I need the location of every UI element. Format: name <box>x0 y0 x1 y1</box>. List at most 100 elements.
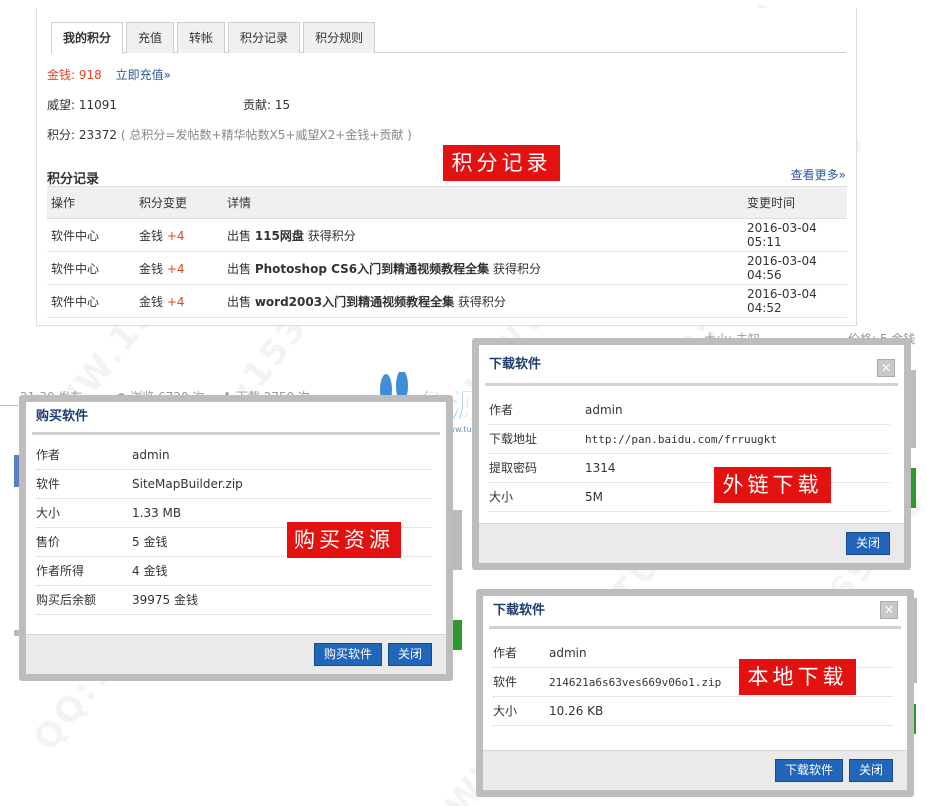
credits-formula: ( 总积分=发帖数+精华帖数X5+威望X2+金钱+贡献 ) <box>120 128 412 142</box>
info-key: 软件 <box>36 477 61 491</box>
info-value: admin <box>549 646 587 660</box>
info-key: 提取密码 <box>489 461 538 475</box>
info-row: 下载地址 http://pan.baidu.com/frruugkt <box>489 425 890 454</box>
close-icon[interactable]: ✕ <box>877 359 895 377</box>
change-amount: +4 <box>166 228 185 243</box>
tab-recharge[interactable]: 充值 <box>126 22 175 53</box>
records-table: 操作 积分变更 详情 变更时间 软件中心 金钱 +4 出售 115网盘 获得积分… <box>47 186 847 318</box>
credits-label: 积分: <box>47 128 76 142</box>
change-amount: +4 <box>166 261 185 276</box>
close-button[interactable]: 关闭 <box>387 643 432 666</box>
info-row: 购买后余额 39975 金钱 <box>36 586 432 615</box>
column-header: 详情 <box>223 186 743 219</box>
info-row: 大小 10.26 KB <box>493 697 893 726</box>
tab-transfer[interactable]: 转帐 <box>177 22 226 53</box>
info-value: 5 金钱 <box>132 535 168 549</box>
detail-prefix: 出售 <box>227 261 252 276</box>
info-value: 1314 <box>585 461 616 475</box>
detail-prefix: 出售 <box>227 228 252 243</box>
detail-item[interactable]: 115网盘 <box>255 229 304 243</box>
external-download-dialog: 下载软件 ✕ 作者 admin 下载地址 http://pan.baidu.com/… <box>472 338 911 570</box>
close-icon[interactable]: ✕ <box>880 601 898 619</box>
external-dialog-title: 下载软件 <box>489 357 542 372</box>
view-more-link[interactable]: 查看更多» <box>791 166 846 183</box>
tab-credit-rules[interactable]: 积分规则 <box>303 22 376 53</box>
table-row: 软件中心 金钱 +4 出售 word2003入门到精通视频教程全集 获得积分 2… <box>47 284 847 318</box>
detail-cell: 出售 115网盘 获得积分 <box>223 218 743 252</box>
change-kind: 金钱 <box>139 228 164 243</box>
info-value: 1.33 MB <box>132 506 182 520</box>
info-row: 作者 admin <box>36 441 432 470</box>
info-key: 作者 <box>493 646 518 660</box>
change-kind: 金钱 <box>139 294 164 309</box>
records-title: 积分记录 <box>47 172 100 187</box>
contribution-label: 贡献: <box>243 98 272 112</box>
contribution-line: 贡献: 15 <box>243 96 290 113</box>
external-info-list: 作者 admin 下载地址 http://pan.baidu.com/frruugk… <box>479 396 904 512</box>
buy-dialog-footer: 购买软件 关闭 <box>26 634 446 674</box>
gold-label: 金钱: <box>47 68 76 82</box>
close-button[interactable]: 关闭 <box>845 532 890 555</box>
credits-line: 积分: 23372 ( 总积分=发帖数+精华帖数X5+威望X2+金钱+贡献 ) <box>47 126 412 143</box>
op-cell: 软件中心 <box>47 284 135 318</box>
column-header: 操作 <box>47 186 135 219</box>
info-value: SiteMapBuilder.zip <box>132 477 243 491</box>
info-key: 大小 <box>493 704 518 718</box>
info-value: admin <box>585 403 623 417</box>
detail-item[interactable]: word2003入门到精通视频教程全集 <box>255 295 454 309</box>
info-value: admin <box>132 448 170 462</box>
info-row: 作者所得 4 金钱 <box>36 557 432 586</box>
recharge-link[interactable]: 立即充值» <box>116 68 171 82</box>
detail-suffix: 获得积分 <box>307 228 356 243</box>
info-key: 作者所得 <box>36 564 85 578</box>
download-software-button[interactable]: 下载软件 <box>774 759 843 782</box>
info-value: 39975 金钱 <box>132 593 198 607</box>
column-header: 积分变更 <box>135 186 223 219</box>
download-url-link[interactable]: http://pan.baidu.com/frruugkt <box>585 425 777 453</box>
credits-tabs: 我的积分 充值 转帐 积分记录 积分规则 <box>51 22 846 54</box>
contribution-value: 15 <box>274 98 291 112</box>
info-key: 软件 <box>493 675 518 689</box>
external-callout: 外链下载 <box>714 467 831 503</box>
close-button[interactable]: 关闭 <box>848 759 893 782</box>
info-key: 售价 <box>36 535 61 549</box>
change-cell: 金钱 +4 <box>135 284 223 318</box>
external-dialog-footer: 关闭 <box>479 523 904 563</box>
tab-credit-log[interactable]: 积分记录 <box>228 22 301 53</box>
change-amount: +4 <box>166 294 185 309</box>
prestige-label: 威望: <box>47 98 76 112</box>
gold-line: 金钱: 918 立即充值» <box>47 66 171 83</box>
credits-value: 23372 <box>78 128 118 142</box>
info-value: 4 金钱 <box>132 564 168 578</box>
info-value: 5M <box>585 490 603 504</box>
info-value: 214621a6s63ves669v06o1.zip <box>549 676 722 689</box>
prestige-value: 11091 <box>78 98 118 112</box>
time-cell: 2016-03-04 04:56 <box>743 251 847 285</box>
divider <box>0 405 18 406</box>
buy-callout: 购买资源 <box>287 522 401 558</box>
info-key: 作者 <box>489 403 514 417</box>
detail-suffix: 获得积分 <box>492 261 541 276</box>
change-cell: 金钱 +4 <box>135 218 223 252</box>
divider <box>32 432 440 435</box>
detail-item[interactable]: Photoshop CS6入门到精通视频教程全集 <box>255 262 489 276</box>
info-key: 大小 <box>36 506 61 520</box>
table-row: 软件中心 金钱 +4 出售 Photoshop CS6入门到精通视频教程全集 获… <box>47 251 847 285</box>
local-callout: 本地下载 <box>739 659 856 695</box>
detail-cell: 出售 word2003入门到精通视频教程全集 获得积分 <box>223 284 743 318</box>
change-cell: 金钱 +4 <box>135 251 223 285</box>
info-value: 10.26 KB <box>549 704 604 718</box>
local-dialog-footer: 下载软件 关闭 <box>483 750 907 790</box>
detail-prefix: 出售 <box>227 294 252 309</box>
op-cell: 软件中心 <box>47 218 135 252</box>
divider <box>489 626 901 629</box>
divider <box>485 383 898 386</box>
tab-my-credits[interactable]: 我的积分 <box>51 22 124 54</box>
buy-software-button[interactable]: 购买软件 <box>313 643 382 666</box>
prestige-line: 威望: 11091 <box>47 96 117 113</box>
buy-dialog-title: 购买软件 <box>36 409 89 424</box>
local-dialog-title: 下载软件 <box>493 603 546 618</box>
info-key: 购买后余额 <box>36 593 97 607</box>
info-key: 下载地址 <box>489 432 538 446</box>
detail-suffix: 获得积分 <box>457 294 506 309</box>
